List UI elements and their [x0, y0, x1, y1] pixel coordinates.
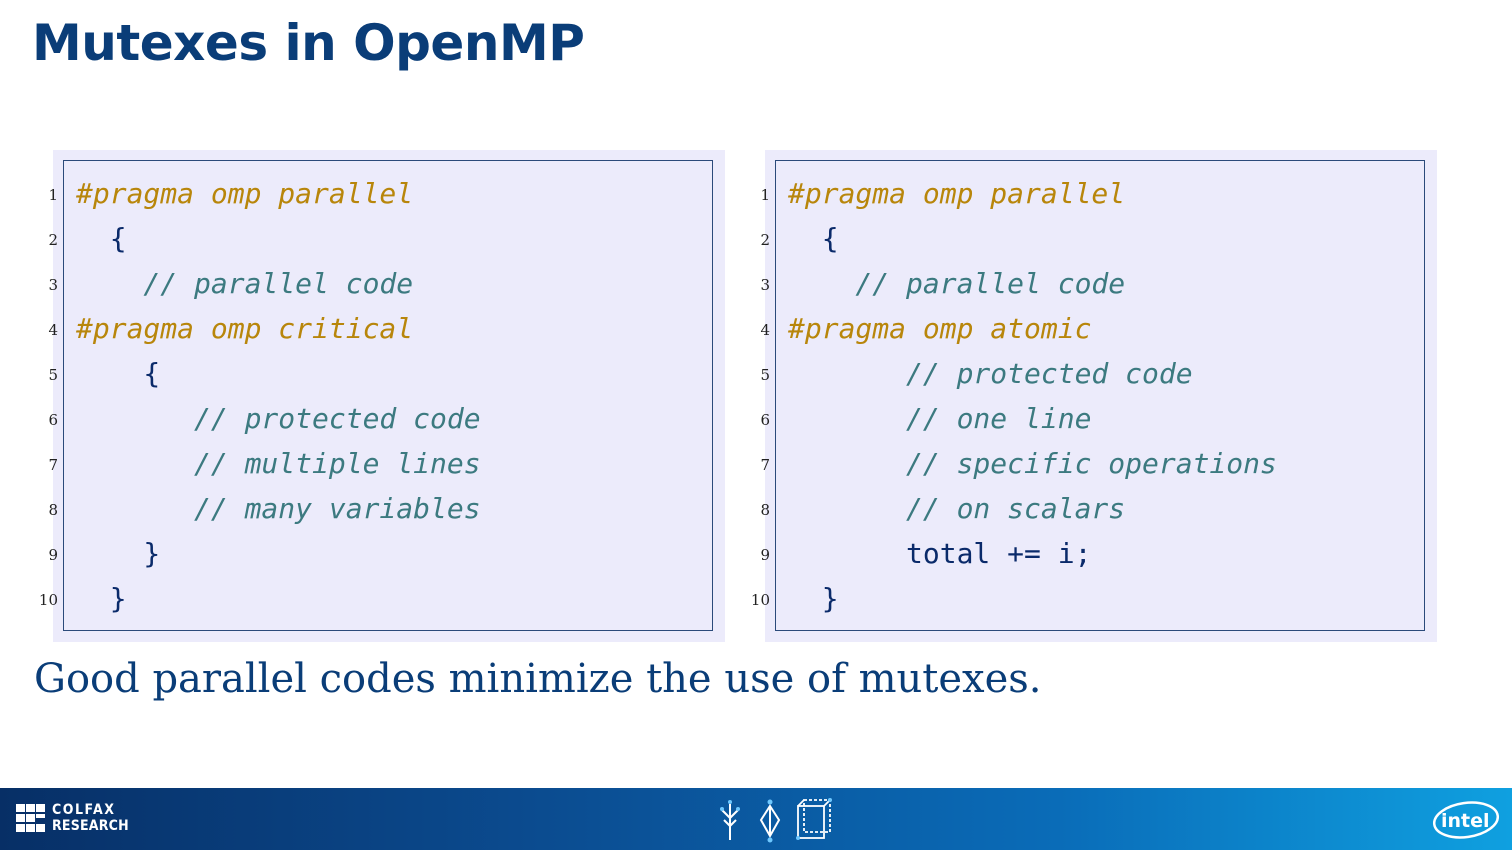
code-text: { — [788, 222, 839, 255]
line-number: 7 — [48, 456, 58, 474]
code-text: // parallel code — [788, 267, 1126, 300]
line-number: 5 — [760, 366, 770, 384]
line-number: 4 — [48, 321, 58, 339]
line-number: 5 — [48, 366, 58, 384]
code-line: 6 // one line — [760, 396, 1424, 441]
code-line: 3 // parallel code — [760, 261, 1424, 306]
logo-line1: COLFAX — [52, 802, 116, 818]
code-panel-critical: 1 #pragma omp parallel 2 { 3 // parallel… — [39, 150, 725, 642]
slide-caption: Good parallel codes minimize the use of … — [34, 656, 1042, 702]
code-panel-atomic: 1 #pragma omp parallel 2 { 3 // parallel… — [751, 150, 1437, 642]
slide-title: Mutexes in OpenMP — [32, 14, 585, 72]
code-text: { — [76, 222, 127, 255]
line-number: 2 — [48, 231, 58, 249]
code-line: 1 #pragma omp parallel — [760, 171, 1424, 216]
colfax-logo-icon: COLFAX RESEARCH — [16, 802, 129, 836]
code-text: // parallel code — [76, 267, 414, 300]
code-frame: 1 #pragma omp parallel 2 { 3 // parallel… — [39, 160, 713, 631]
code-text: // protected code — [76, 402, 481, 435]
colfax-logo-text: COLFAX RESEARCH — [52, 802, 129, 834]
code-text: // one line — [788, 402, 1092, 435]
code-line: 7 // specific operations — [760, 441, 1424, 486]
code-line: 8 // on scalars — [760, 486, 1424, 531]
line-number: 3 — [48, 276, 58, 294]
line-number: 8 — [48, 501, 58, 519]
line-number: 4 — [760, 321, 770, 339]
code-text: // on scalars — [788, 492, 1126, 525]
code-text: // multiple lines — [76, 447, 481, 480]
code-frame: 1 #pragma omp parallel 2 { 3 // parallel… — [751, 160, 1425, 631]
code-text: } — [788, 582, 839, 615]
colfax-grid-icon — [16, 804, 46, 832]
tree-icon — [720, 800, 740, 840]
line-number: 3 — [760, 276, 770, 294]
code-line: 9 } — [48, 531, 712, 576]
line-number: 2 — [760, 231, 770, 249]
line-number: 6 — [760, 411, 770, 429]
code-line: 2 { — [48, 216, 712, 261]
code-line: 1 #pragma omp parallel — [48, 171, 712, 216]
code-text: #pragma omp parallel — [76, 177, 414, 210]
line-number: 9 — [48, 546, 58, 564]
logo-line2: RESEARCH — [52, 818, 129, 834]
line-number: 8 — [760, 501, 770, 519]
line-number: 7 — [760, 456, 770, 474]
line-number: 9 — [760, 546, 770, 564]
code-line: 4 #pragma omp atomic — [760, 306, 1424, 351]
line-number: 1 — [760, 186, 770, 204]
code-text: // many variables — [76, 492, 481, 525]
code-line: 5 // protected code — [760, 351, 1424, 396]
code-text: total += i; — [788, 537, 1092, 570]
code-text: } — [76, 582, 127, 615]
code-line: 9 total += i; — [760, 531, 1424, 576]
code-text: #pragma omp parallel — [788, 177, 1126, 210]
code-text: // specific operations — [788, 447, 1277, 480]
footer-bar: COLFAX RESEARCH intel — [0, 788, 1512, 850]
code-text: // protected code — [788, 357, 1193, 390]
line-number: 10 — [750, 591, 770, 609]
code-line: 5 { — [48, 351, 712, 396]
code-line: 6 // protected code — [48, 396, 712, 441]
code-text: } — [76, 537, 161, 570]
intel-logo-icon: intel — [1432, 798, 1502, 840]
line-number: 1 — [48, 186, 58, 204]
cube-icon — [796, 798, 832, 840]
center-icons — [716, 796, 836, 844]
code-text: #pragma omp atomic — [788, 312, 1092, 345]
line-number: 10 — [38, 591, 58, 609]
code-line: 10 } — [39, 576, 712, 621]
code-text: #pragma omp critical — [76, 312, 414, 345]
code-line: 10 } — [751, 576, 1424, 621]
code-line: 2 { — [760, 216, 1424, 261]
code-line: 7 // multiple lines — [48, 441, 712, 486]
diamond-icon — [759, 799, 781, 843]
code-text: { — [76, 357, 161, 390]
code-line: 3 // parallel code — [48, 261, 712, 306]
code-line: 4 #pragma omp critical — [48, 306, 712, 351]
intel-logo-text: intel — [1441, 810, 1490, 832]
line-number: 6 — [48, 411, 58, 429]
code-line: 8 // many variables — [48, 486, 712, 531]
